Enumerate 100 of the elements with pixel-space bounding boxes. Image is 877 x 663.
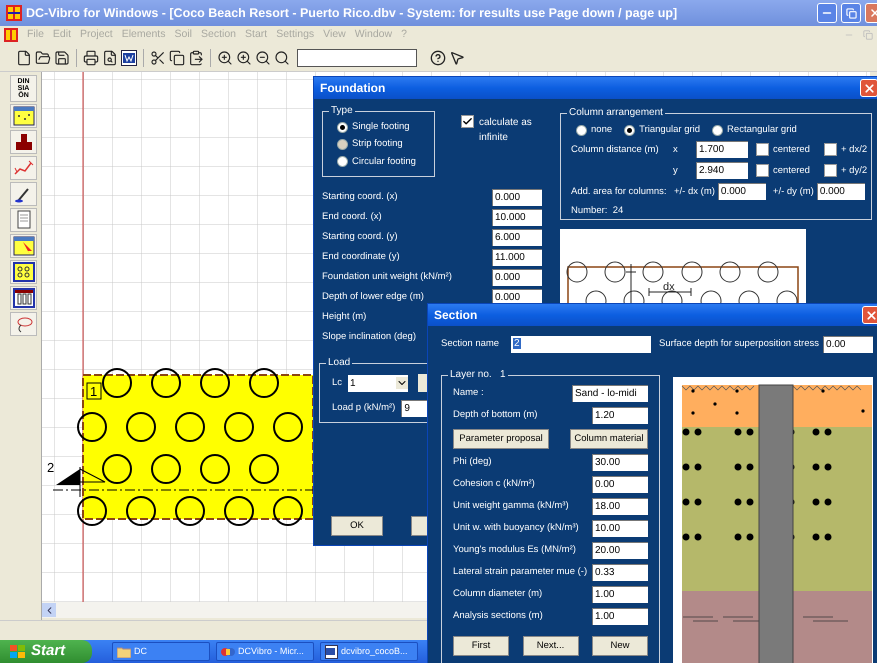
close-button[interactable] bbox=[862, 306, 877, 324]
field-label: Phi (deg) bbox=[453, 455, 492, 470]
input-field[interactable]: 18.00 bbox=[592, 498, 648, 515]
folder-icon[interactable] bbox=[35, 50, 51, 66]
checkbox-label: + dy/2 bbox=[841, 164, 868, 178]
field-label: Name : bbox=[453, 386, 484, 400]
close-button[interactable] bbox=[860, 79, 877, 97]
app-icon bbox=[221, 646, 235, 658]
windows-logo-icon bbox=[10, 644, 26, 658]
option-label: none bbox=[591, 123, 612, 137]
dialog-button[interactable]: Column material bbox=[570, 429, 648, 449]
tool-button[interactable] bbox=[10, 208, 37, 232]
radio-button[interactable] bbox=[337, 122, 348, 133]
save-icon[interactable] bbox=[54, 50, 70, 66]
dialog-button[interactable]: New bbox=[592, 636, 648, 656]
new-file-icon[interactable] bbox=[16, 50, 32, 66]
field-label: Analysis sections (m) bbox=[453, 609, 543, 624]
zoom-in-icon[interactable] bbox=[236, 50, 252, 66]
field-label: End coord. (x) bbox=[322, 210, 382, 224]
cut-icon[interactable] bbox=[150, 50, 166, 66]
word-document-icon bbox=[325, 644, 338, 658]
input-field[interactable]: 1.700 bbox=[696, 141, 748, 158]
folder-icon bbox=[117, 646, 131, 658]
zoom-out-icon[interactable] bbox=[255, 50, 271, 66]
field-label: Slope inclination (deg) bbox=[322, 330, 416, 344]
checkbox[interactable] bbox=[824, 164, 837, 178]
pointer-help-icon[interactable] bbox=[449, 50, 465, 66]
field-label: Starting coord. (y) bbox=[322, 230, 398, 244]
input-field[interactable]: 10.00 bbox=[592, 520, 648, 537]
ok-button[interactable]: OK bbox=[331, 516, 383, 536]
option-label: Triangular grid bbox=[639, 123, 700, 137]
tool-button[interactable] bbox=[10, 260, 37, 284]
minimize-button[interactable] bbox=[817, 3, 837, 23]
checkbox-label: centered bbox=[773, 164, 810, 178]
input-field[interactable]: 0.00 bbox=[823, 336, 874, 353]
print-preview-icon[interactable] bbox=[102, 50, 118, 66]
input-field[interactable]: 1.00 bbox=[592, 608, 648, 625]
dialog-button[interactable]: First bbox=[453, 636, 509, 656]
radio-button[interactable] bbox=[576, 124, 587, 136]
word-document-icon[interactable] bbox=[121, 50, 137, 66]
footing-number: 1 bbox=[86, 382, 102, 400]
input-field[interactable]: 0.000 bbox=[492, 188, 542, 206]
field-label: Section name bbox=[441, 337, 500, 352]
dialog-title: Foundation bbox=[320, 80, 386, 97]
input-field[interactable]: 1.20 bbox=[592, 407, 648, 424]
group-title: Type bbox=[329, 105, 355, 117]
field-label: y bbox=[673, 164, 679, 178]
group-title: Layer no. 1 bbox=[448, 369, 508, 381]
field-label: Depth of lower edge (m) bbox=[322, 290, 424, 304]
help-icon[interactable] bbox=[430, 50, 446, 66]
input-field[interactable]: 2.940 bbox=[696, 162, 748, 180]
input-field[interactable]: Sand - lo-midi bbox=[572, 385, 648, 402]
taskbar-button[interactable]: dcvibro_cocoB... bbox=[320, 642, 418, 661]
input-field[interactable]: 10.000 bbox=[492, 208, 542, 226]
input-field[interactable]: 20.00 bbox=[592, 542, 648, 559]
input-field[interactable]: 0.33 bbox=[592, 564, 648, 581]
tool-button[interactable] bbox=[10, 182, 37, 206]
checkbox[interactable] bbox=[824, 143, 837, 156]
option-label: Single footing bbox=[352, 120, 410, 134]
tool-button[interactable] bbox=[10, 104, 37, 128]
dialog-button[interactable]: Parameter proposal bbox=[453, 429, 549, 449]
scroll-left-button[interactable] bbox=[42, 603, 56, 617]
taskbar-button[interactable]: DC bbox=[112, 642, 210, 661]
copy-icon[interactable] bbox=[169, 50, 185, 66]
input-field[interactable]: 0.00 bbox=[592, 476, 648, 493]
tool-button[interactable] bbox=[10, 130, 37, 154]
input-field[interactable]: 2 bbox=[511, 336, 651, 353]
field-label: +/- dy (m) bbox=[772, 184, 814, 199]
input-field[interactable]: 0.000 bbox=[816, 183, 865, 200]
close-icon bbox=[862, 82, 876, 94]
search-icon[interactable] bbox=[274, 50, 290, 66]
checkbox[interactable] bbox=[756, 143, 769, 156]
restore-button[interactable] bbox=[841, 3, 861, 23]
input-field[interactable]: 1.00 bbox=[592, 586, 648, 603]
input-field[interactable]: 11.000 bbox=[492, 248, 542, 266]
taskbar-button[interactable]: DCVibro - Micr... bbox=[216, 642, 314, 661]
radio-button[interactable] bbox=[712, 124, 724, 136]
checkbox[interactable] bbox=[461, 115, 474, 128]
tool-button[interactable] bbox=[10, 234, 37, 258]
input-field[interactable]: 6.000 bbox=[492, 228, 542, 246]
tool-button[interactable] bbox=[10, 286, 37, 310]
restore-icon bbox=[846, 8, 856, 18]
input-field[interactable]: 0.000 bbox=[718, 183, 766, 200]
radio-button[interactable] bbox=[337, 156, 348, 168]
column-count: Number: 24 bbox=[571, 204, 624, 218]
radio-button[interactable] bbox=[624, 124, 636, 136]
input-field[interactable] bbox=[297, 48, 417, 66]
dialog-button[interactable]: Next... bbox=[522, 636, 578, 656]
input-field[interactable]: 0.000 bbox=[492, 268, 542, 286]
zoom-in-icon[interactable] bbox=[217, 50, 233, 66]
option-label: Circular footing bbox=[352, 154, 416, 168]
input-field[interactable]: 30.00 bbox=[592, 454, 648, 471]
app-logo-icon bbox=[4, 28, 18, 42]
paste-icon[interactable] bbox=[188, 50, 204, 66]
printer-icon[interactable] bbox=[83, 50, 99, 66]
field-label: Unit weight gamma (kN/m³) bbox=[453, 499, 569, 514]
checkbox[interactable] bbox=[756, 164, 769, 178]
option-label: Rectangular grid bbox=[727, 123, 797, 137]
column-grid-icon bbox=[12, 262, 34, 282]
dropdown[interactable]: 1 bbox=[348, 374, 408, 392]
